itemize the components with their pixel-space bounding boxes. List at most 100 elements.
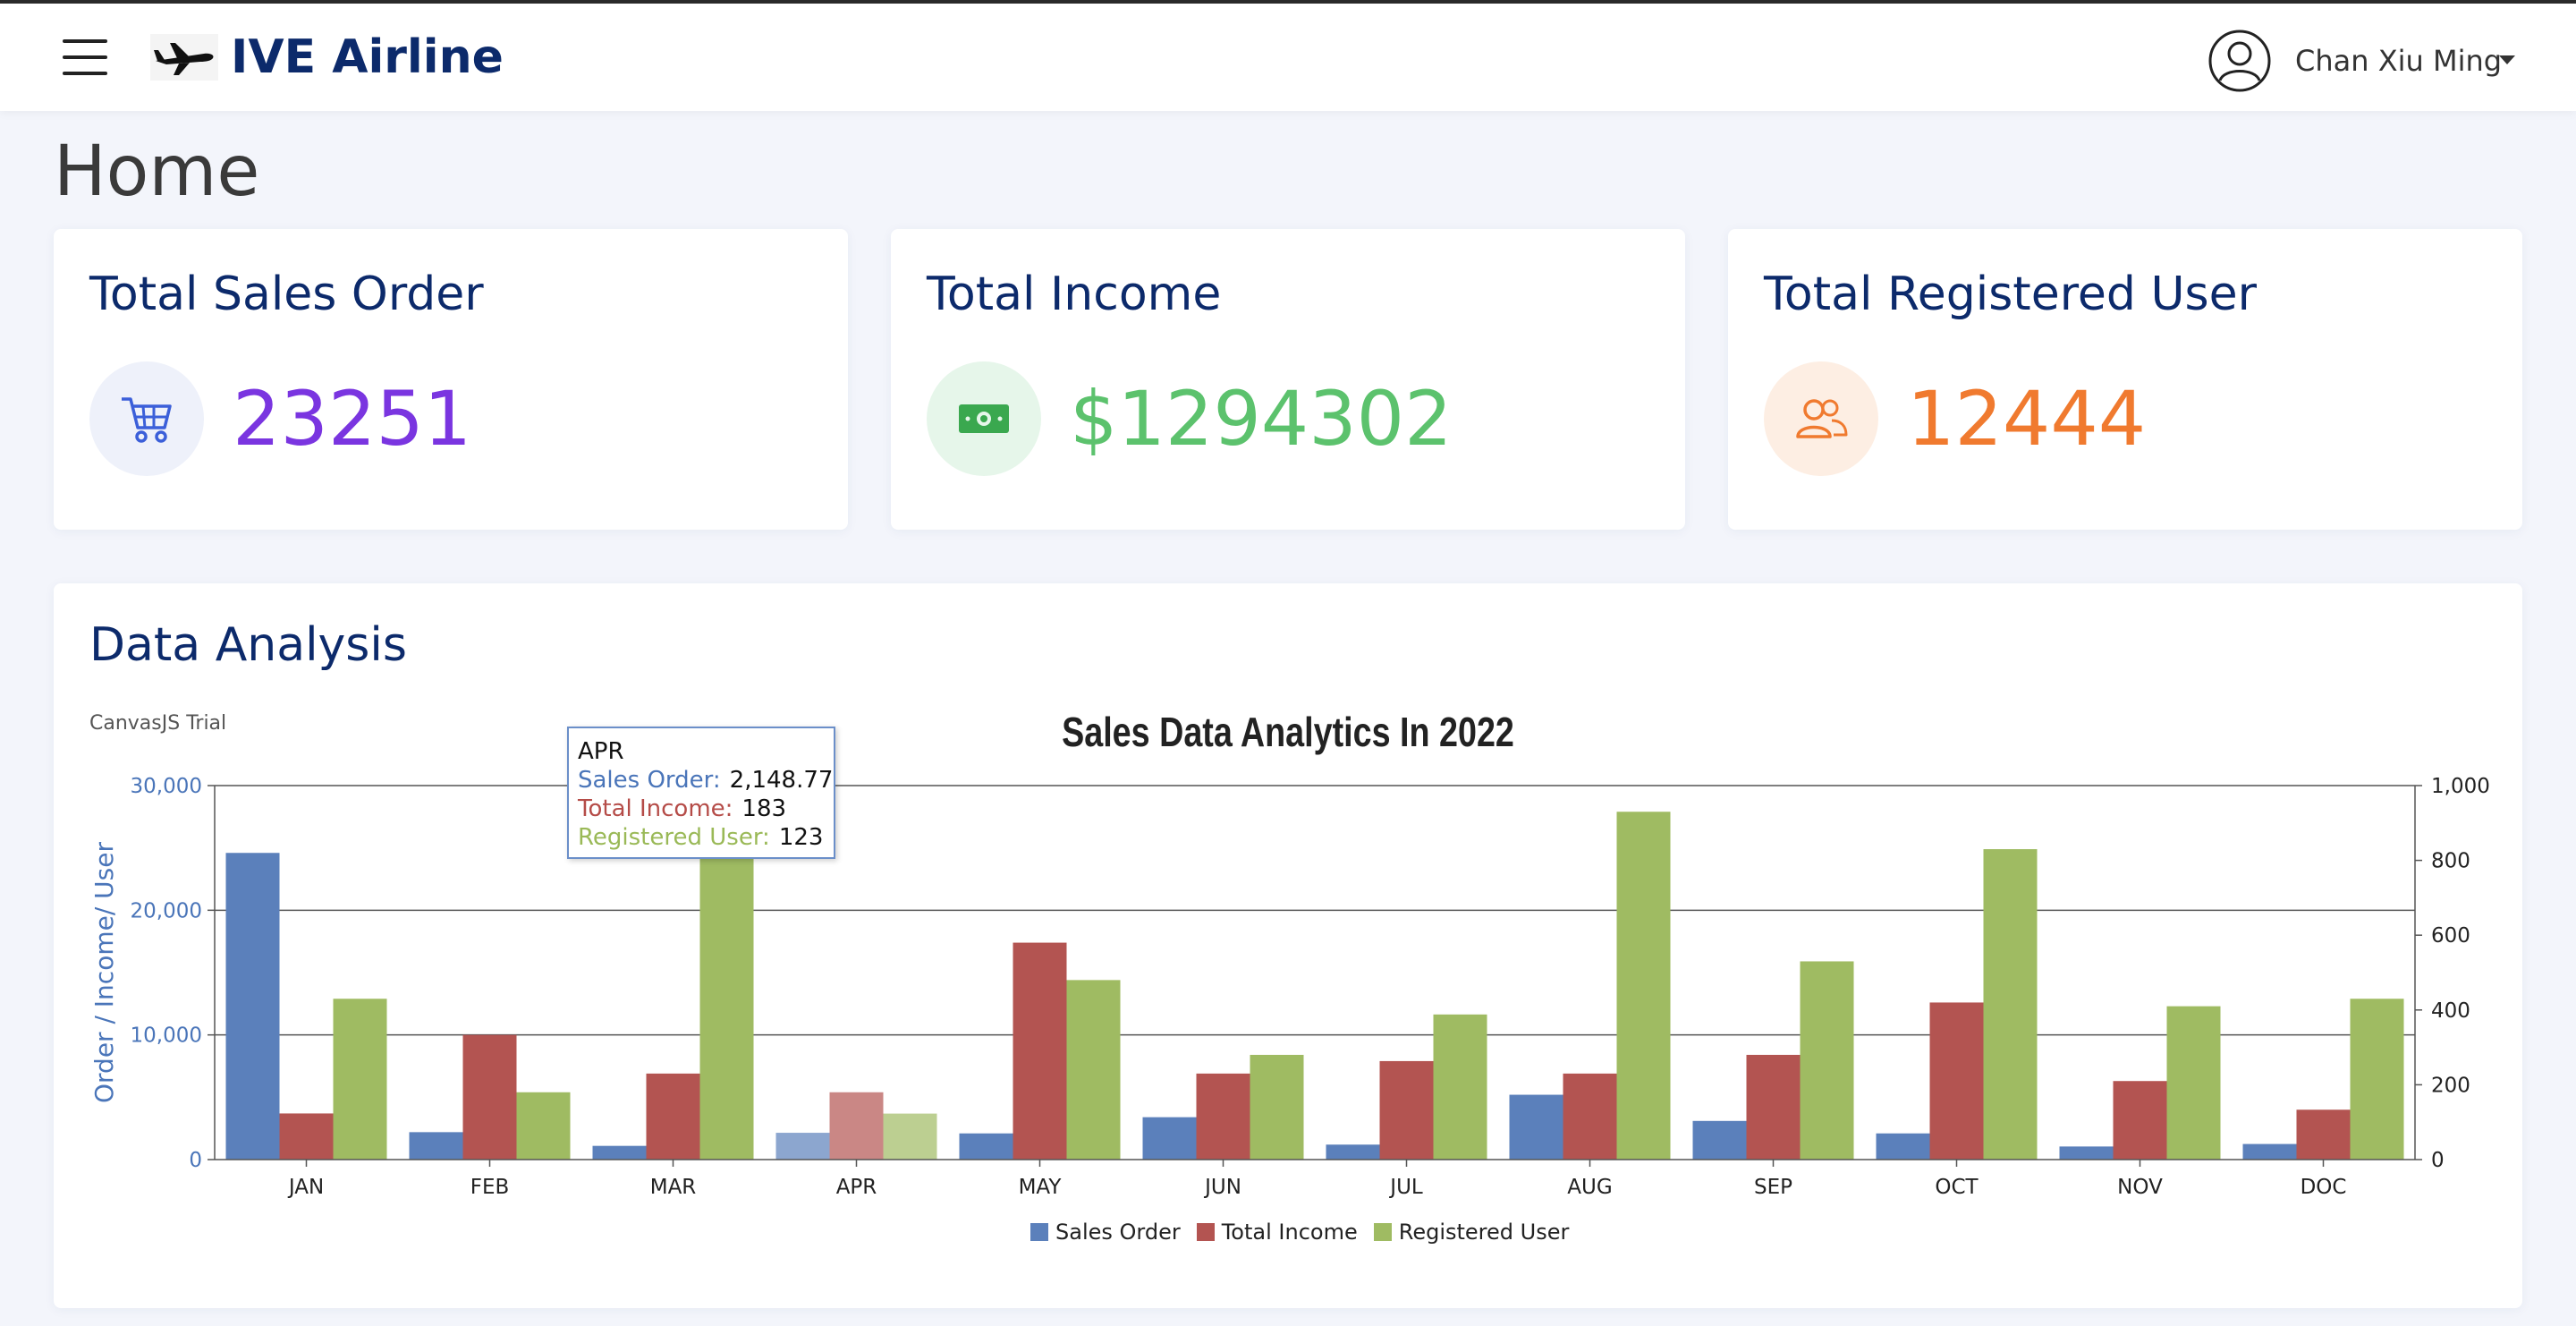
stat-card-sales-order: Total Sales Order 23251 <box>54 229 848 530</box>
legend-label: Total Income <box>1221 1220 1358 1245</box>
chart-legend: Sales Order Total Income Registered User <box>1030 1217 1585 1247</box>
card-title: Total Income <box>927 268 1222 321</box>
legend-item-registered-user[interactable]: Registered User <box>1373 1220 1570 1245</box>
y2-tick-label: 400 <box>2431 999 2470 1023</box>
legend-label: Registered User <box>1398 1220 1570 1245</box>
bar-total-income <box>462 1034 517 1160</box>
legend-item-sales-order[interactable]: Sales Order <box>1030 1220 1181 1245</box>
y2-tick-label: 0 <box>2431 1149 2445 1172</box>
chart-tooltip: APR Sales Order: 2,148.77 Total Income: 18… <box>567 727 835 859</box>
card-value: $1294302 <box>1070 375 1453 463</box>
brand-name[interactable]: IVE Airline <box>231 29 504 86</box>
x-tick-label: JAN <box>287 1176 324 1199</box>
user-menu-name[interactable]: Chan Xiu Ming <box>2295 39 2502 82</box>
tooltip-row-registered-user: Registered User: 123 <box>578 823 834 852</box>
bar-sales-order <box>2242 1143 2297 1160</box>
x-tick-label: APR <box>836 1176 877 1199</box>
hamburger-menu-icon[interactable] <box>63 38 107 77</box>
bar-sales-order <box>1876 1133 1930 1160</box>
bar-total-income <box>1013 942 1067 1160</box>
bar-registered-user <box>2166 1006 2221 1160</box>
tooltip-title: APR <box>578 738 624 765</box>
x-tick-label: DOC <box>2301 1176 2347 1199</box>
bar-total-income <box>1563 1073 1617 1160</box>
sales-bar-chart[interactable]: Sales Data Analytics In 2022 Order / Inc… <box>54 583 2522 1308</box>
y-tick-label: 30,000 <box>131 775 202 798</box>
y-axis-label: Order / Income/ User <box>89 842 119 1103</box>
bar-sales-order <box>409 1132 463 1160</box>
legend-swatch <box>1196 1223 1215 1241</box>
data-analysis-panel: Data Analysis CanvasJS Trial Sales Data … <box>54 583 2522 1308</box>
bar-sales-order <box>1326 1144 1380 1160</box>
bar-total-income <box>1196 1073 1250 1160</box>
card-title: Total Registered User <box>1764 268 2257 321</box>
bar-registered-user <box>1800 961 1854 1160</box>
legend-swatch <box>1373 1223 1392 1241</box>
x-tick-label: AUG <box>1567 1176 1612 1199</box>
bar-total-income <box>2113 1081 2167 1160</box>
bar-registered-user <box>883 1113 937 1160</box>
stat-card-income: Total Income $1294302 <box>891 229 1685 530</box>
x-tick-label: FEB <box>470 1176 510 1199</box>
x-tick-label: MAY <box>1019 1176 1063 1199</box>
x-tick-label: OCT <box>1935 1176 1979 1199</box>
user-avatar-icon[interactable] <box>2207 29 2272 93</box>
bars-group <box>225 812 2404 1160</box>
bar-registered-user <box>1250 1054 1304 1160</box>
card-title: Total Sales Order <box>89 268 484 321</box>
tooltip-label: Total Income: <box>578 795 733 822</box>
bar-sales-order <box>592 1145 647 1160</box>
shopping-cart-icon <box>89 361 204 476</box>
card-value: 12444 <box>1907 375 2147 463</box>
chart-title: Sales Data Analytics In 2022 <box>1062 709 1514 754</box>
bar-total-income <box>1379 1060 1434 1160</box>
legend-swatch <box>1030 1223 1048 1241</box>
bar-sales-order <box>2059 1146 2114 1160</box>
top-navbar: IVE Airline Chan Xiu Ming <box>0 4 2576 111</box>
bar-total-income <box>2296 1109 2351 1160</box>
y-tick-label: 0 <box>189 1149 202 1172</box>
tooltip-value: 123 <box>778 824 824 851</box>
bar-registered-user <box>2350 999 2404 1160</box>
page-title: Home <box>54 132 260 212</box>
y2-tick-label: 1,000 <box>2431 775 2490 798</box>
bar-registered-user <box>516 1092 571 1160</box>
bar-sales-order <box>775 1133 830 1160</box>
bar-sales-order <box>225 853 280 1160</box>
bar-registered-user <box>1983 849 2038 1160</box>
legend-label: Sales Order <box>1055 1220 1181 1245</box>
y-tick-label: 10,000 <box>131 1024 202 1048</box>
x-tick-label: JUL <box>1388 1176 1423 1199</box>
bar-total-income <box>1746 1054 1801 1160</box>
users-icon <box>1764 361 1878 476</box>
tooltip-value: 2,148.77 <box>729 767 834 794</box>
bar-sales-order <box>1142 1117 1197 1160</box>
bar-registered-user <box>1616 812 1671 1160</box>
tooltip-label: Registered User: <box>578 824 770 851</box>
tooltip-row-total-income: Total Income: 183 <box>578 795 834 823</box>
bar-sales-order <box>959 1133 1013 1160</box>
tooltip-value: 183 <box>741 795 787 822</box>
bar-registered-user <box>1066 980 1121 1160</box>
x-tick-label: NOV <box>2117 1176 2163 1199</box>
legend-item-total-income[interactable]: Total Income <box>1196 1220 1358 1245</box>
bar-total-income <box>829 1092 884 1160</box>
bar-registered-user <box>699 849 754 1160</box>
airplane-icon <box>150 34 218 81</box>
stat-card-registered-user: Total Registered User 12444 <box>1728 229 2522 530</box>
y2-tick-label: 600 <box>2431 924 2470 948</box>
chevron-down-icon[interactable] <box>2499 55 2515 64</box>
cash-icon <box>927 361 1041 476</box>
bar-registered-user <box>1433 1014 1487 1160</box>
bar-sales-order <box>1692 1120 1747 1160</box>
bar-total-income <box>1929 1002 1984 1160</box>
y2-tick-label: 200 <box>2431 1074 2470 1097</box>
x-tick-label: MAR <box>650 1176 697 1199</box>
grid-lines <box>215 785 2415 1036</box>
tooltip-label: Sales Order: <box>578 767 721 794</box>
bar-registered-user <box>333 999 387 1160</box>
bar-total-income <box>279 1113 334 1160</box>
card-value: 23251 <box>233 375 472 463</box>
tooltip-row-sales-order: Sales Order: 2,148.77 <box>578 766 834 795</box>
bar-sales-order <box>1509 1094 1563 1160</box>
